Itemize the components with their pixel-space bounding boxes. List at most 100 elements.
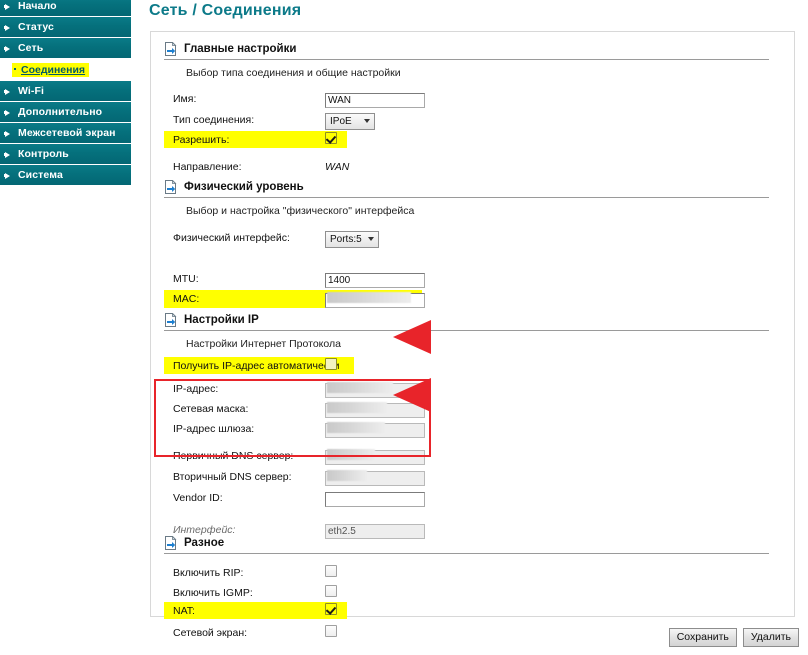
router-admin-page: Начало Статус Сеть Соединения Wi-Fi Допо… xyxy=(0,0,808,655)
sidebar-nav: Начало Статус Сеть Соединения Wi-Fi Допо… xyxy=(0,0,131,188)
igmp-checkbox[interactable] xyxy=(325,585,337,597)
nat-checkbox-wrap xyxy=(325,602,337,620)
arrow-bullet-icon xyxy=(4,129,13,138)
dns-primary-input[interactable] xyxy=(325,450,425,465)
ip-address-input[interactable] xyxy=(325,383,425,398)
physical-interface-select[interactable]: Ports:5 xyxy=(325,231,379,248)
gateway-redacted-wrap xyxy=(325,420,425,438)
auto-ip-checkbox[interactable] xyxy=(325,358,337,370)
sidebar-item-label: Система xyxy=(18,169,63,181)
mtu-label: MTU: xyxy=(173,273,199,285)
row-dns-secondary: Вторичный DNS сервер: xyxy=(164,467,769,487)
section-physical-title-row: Физический уровень xyxy=(164,180,769,198)
dot-bullet-icon xyxy=(14,68,16,70)
sidebar-item-label: Начало xyxy=(18,0,57,12)
ip-address-label: IP-адрес: xyxy=(173,383,218,395)
mac-input[interactable] xyxy=(325,293,425,308)
row-auto-ip: Получить IP-адрес автоматически xyxy=(164,357,354,374)
physical-interface-label: Физический интерфейс: xyxy=(173,232,290,244)
dns-secondary-redacted-wrap xyxy=(325,468,425,486)
mac-label: MAC: xyxy=(173,293,199,305)
sidebar-item-home[interactable]: Начало xyxy=(0,0,131,17)
sidebar-item-firewall[interactable]: Межсетевой экран xyxy=(0,123,131,144)
page-arrow-icon xyxy=(164,42,177,56)
connection-type-label: Тип соединения: xyxy=(173,114,254,126)
arrow-bullet-icon xyxy=(4,44,13,53)
section-main-title: Главные настройки xyxy=(184,43,296,55)
arrow-bullet-icon xyxy=(4,150,13,159)
row-mtu: MTU: xyxy=(164,269,769,289)
connection-type-select-wrap: IPoE xyxy=(325,111,375,130)
sidebar-item-label: Межсетевой экран xyxy=(18,127,116,139)
sidebar-subitem-connections[interactable]: Соединения xyxy=(0,59,131,81)
row-direction: Направление: WAN xyxy=(164,157,769,177)
row-physical-interface: Физический интерфейс: Ports:5 xyxy=(164,228,769,248)
ip-address-field-wrap xyxy=(325,380,425,398)
page-arrow-icon xyxy=(164,536,177,550)
nat-label: NAT: xyxy=(173,605,195,617)
mtu-input[interactable] xyxy=(325,273,425,288)
section-main-description: Выбор типа соединения и общие настройки xyxy=(164,60,769,79)
gateway-input[interactable] xyxy=(325,423,425,438)
settings-panel: Главные настройки Выбор типа соединения … xyxy=(150,31,795,617)
section-physical-title: Физический уровень xyxy=(184,181,304,193)
connection-type-value: IPoE xyxy=(330,116,352,127)
direction-value: WAN xyxy=(325,161,349,173)
auto-ip-label: Получить IP-адрес автоматически xyxy=(173,360,340,372)
sidebar-subitem-highlight: Соединения xyxy=(12,63,89,77)
vendor-id-field-wrap xyxy=(325,489,425,507)
firewall-checkbox[interactable] xyxy=(325,625,337,637)
arrow-bullet-icon xyxy=(4,108,13,117)
delete-button[interactable]: Удалить xyxy=(743,628,799,647)
igmp-label: Включить IGMP: xyxy=(173,587,253,599)
igmp-checkbox-wrap xyxy=(325,584,337,602)
connection-type-select[interactable]: IPoE xyxy=(325,113,375,130)
dns-secondary-label: Вторичный DNS сервер: xyxy=(173,471,292,483)
row-ip-address: IP-адрес: xyxy=(164,379,769,399)
dns-secondary-input[interactable] xyxy=(325,471,425,486)
dns-primary-field-wrap xyxy=(325,447,425,465)
sidebar-item-status[interactable]: Статус xyxy=(0,17,131,38)
enable-checkbox-wrap xyxy=(325,131,337,149)
row-name: Имя: xyxy=(164,89,769,109)
sidebar-item-label: Статус xyxy=(18,21,54,33)
vendor-id-input[interactable] xyxy=(325,492,425,507)
physical-interface-select-wrap: Ports:5 xyxy=(325,229,379,248)
arrow-bullet-icon xyxy=(4,2,13,11)
section-misc-title-row: Разное xyxy=(164,536,769,554)
section-main-title-row: Главные настройки xyxy=(164,42,769,60)
row-enable: Разрешить: xyxy=(164,131,347,148)
subnet-mask-input[interactable] xyxy=(325,403,425,418)
rip-checkbox-wrap xyxy=(325,564,337,582)
section-ip-description: Настройки Интернет Протокола xyxy=(164,331,769,350)
name-input[interactable] xyxy=(325,93,425,108)
row-mac: MAC: xyxy=(164,290,422,308)
sidebar-item-wifi[interactable]: Wi-Fi xyxy=(0,81,131,102)
gateway-field-wrap xyxy=(325,420,425,438)
sidebar-item-advanced[interactable]: Дополнительно xyxy=(0,102,131,123)
mac-redacted-wrap xyxy=(325,290,425,308)
dns-primary-label: Первичный DNS сервер: xyxy=(173,450,293,462)
physical-interface-value: Ports:5 xyxy=(330,234,362,245)
subnet-mask-field-wrap xyxy=(325,400,425,418)
dns-secondary-field-wrap xyxy=(325,468,425,486)
nat-checkbox[interactable] xyxy=(325,603,337,615)
row-gateway: IP-адрес шлюза: xyxy=(164,419,769,439)
sidebar-item-control[interactable]: Контроль xyxy=(0,144,131,165)
row-vendor-id: Vendor ID: xyxy=(164,488,769,508)
page-arrow-icon xyxy=(164,180,177,194)
rip-checkbox[interactable] xyxy=(325,565,337,577)
interface-label: Интерфейс: xyxy=(173,524,235,536)
section-ip: Настройки IP Настройки Интернет Протокол… xyxy=(164,313,769,350)
save-button[interactable]: Сохранить xyxy=(669,628,737,647)
arrow-bullet-icon xyxy=(4,171,13,180)
sidebar-tail xyxy=(0,186,131,188)
name-field-wrap xyxy=(325,90,425,108)
enable-checkbox[interactable] xyxy=(325,132,337,144)
sidebar-item-system[interactable]: Система xyxy=(0,165,131,186)
chevron-down-icon xyxy=(364,119,370,123)
sidebar-subitem-label: Соединения xyxy=(21,64,85,76)
section-main-settings: Главные настройки Выбор типа соединения … xyxy=(164,42,769,79)
footer-buttons: Сохранить Удалить xyxy=(669,628,799,647)
sidebar-item-network[interactable]: Сеть xyxy=(0,38,131,59)
